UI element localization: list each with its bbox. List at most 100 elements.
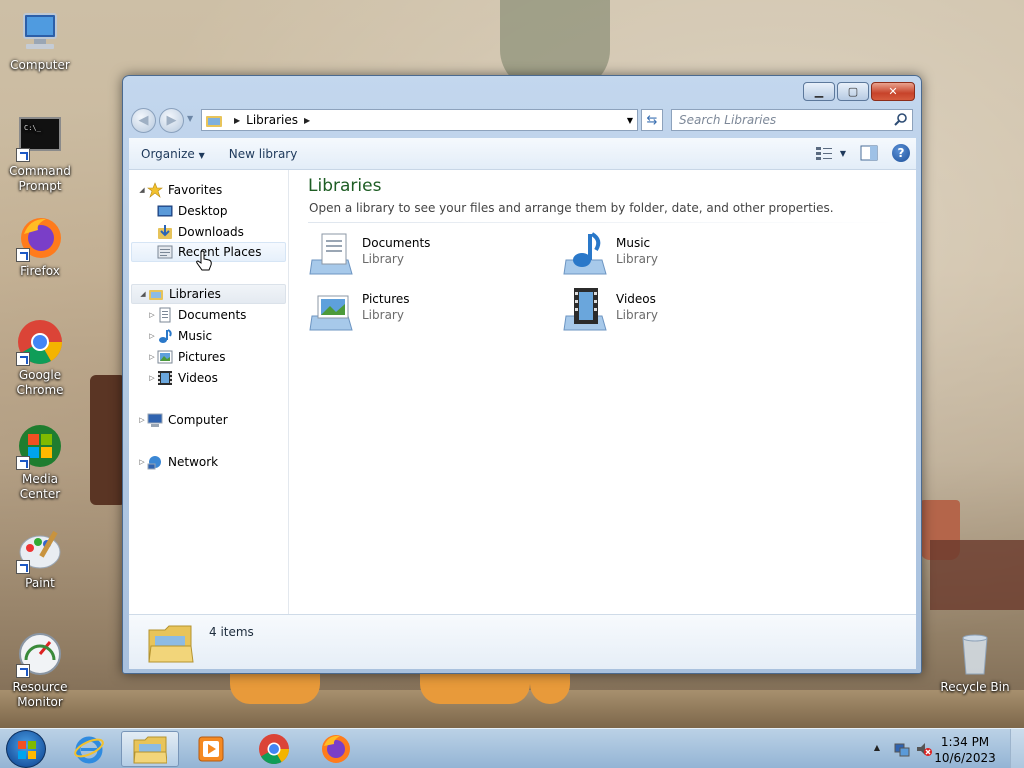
organize-button[interactable]: Organize ▼ [129,147,217,161]
mouse-cursor-icon [195,250,213,275]
expand-arrow-icon[interactable]: ▷ [147,311,157,319]
paint-icon [16,526,64,574]
desktop-icon-resource-monitor[interactable]: Resource Monitor [0,630,80,710]
desktop-icon-media-center[interactable]: Media Center [0,422,80,502]
desktop-icon-recycle-bin[interactable]: Recycle Bin [935,630,1015,695]
nav-label: Desktop [178,204,228,218]
library-item-documents[interactable]: Documents Library [308,230,548,282]
libraries-folder-icon [148,625,194,663]
library-type: Library [616,252,658,266]
search-input[interactable]: Search Libraries [671,109,913,131]
desktop-icon-google-chrome[interactable]: Google Chrome [0,318,80,398]
windows-explorer-icon [133,736,167,764]
clock[interactable]: 1:34 PM 10/6/2023 [930,734,1000,766]
nav-item-desktop[interactable]: Desktop [157,201,228,221]
nav-item-libraries[interactable]: ◢ Libraries [131,284,286,304]
taskbar-firefox[interactable] [307,731,365,767]
breadcrumb-separator-icon[interactable]: ▶ [234,116,240,125]
pictures-library-icon [309,295,353,331]
nav-item-network[interactable]: ▷ Network [137,452,218,472]
chrome-icon [16,318,64,366]
wallpaper-cart [930,540,1024,610]
videos-icon [158,371,172,385]
shortcut-arrow-icon [16,664,30,678]
page-title: Libraries [308,176,382,196]
recycle-bin-icon [951,630,999,678]
desktop-icon-paint[interactable]: Paint [0,526,80,591]
expand-arrow-icon[interactable]: ▷ [147,332,157,340]
desktop-icon-command-prompt[interactable]: C:\_ Command Prompt [0,114,80,194]
library-type: Library [616,308,658,322]
nav-item-videos[interactable]: ▷ Videos [147,368,218,388]
media-player-icon [198,736,224,762]
taskbar-windows-explorer[interactable] [121,731,179,767]
expand-arrow-icon[interactable]: ▷ [147,374,157,382]
pictures-icon [157,350,173,364]
show-hidden-icons-button[interactable]: ▲ [874,743,880,752]
expand-arrow-icon[interactable]: ▷ [137,416,147,424]
taskbar: ▲ 1:34 PM 10/6/2023 [0,728,1024,768]
view-dropdown-icon[interactable]: ▼ [840,149,846,158]
star-icon [147,182,163,198]
nav-item-favorites[interactable]: ◢ Favorites [137,180,222,200]
libraries-icon [149,290,163,300]
nav-item-music[interactable]: ▷ Music [147,326,212,346]
taskbar-media-player[interactable] [182,731,240,767]
expand-arrow-icon[interactable]: ◢ [138,290,148,298]
close-button[interactable]: ✕ [871,82,915,101]
new-library-button[interactable]: New library [217,147,310,161]
command-prompt-icon: C:\_ [16,114,64,162]
nav-item-documents[interactable]: ▷ Documents [147,305,246,325]
refresh-icon: ⇆ [646,112,658,128]
svg-text:C:\_: C:\_ [24,124,42,132]
library-item-music[interactable]: Music Library [562,230,802,282]
taskbar-google-chrome[interactable] [245,731,303,767]
back-arrow-icon: ◀ [138,113,149,128]
refresh-button[interactable]: ⇆ [641,109,663,131]
title-bar[interactable]: ▁ ▢ ✕ [123,76,921,106]
back-button[interactable]: ◀ [131,108,156,133]
firefox-icon [16,214,64,262]
chevron-down-icon: ▼ [198,150,205,160]
show-desktop-button[interactable] [1010,729,1024,768]
downloads-icon [158,225,172,239]
nav-item-downloads[interactable]: Downloads [157,222,244,242]
nav-item-computer[interactable]: ▷ Computer [137,410,228,430]
preview-pane-icon[interactable] [860,145,878,161]
forward-arrow-icon: ▶ [166,113,177,128]
start-button[interactable] [6,730,46,768]
item-count: 4 items [209,625,254,639]
firefox-icon [322,735,350,763]
library-name: Music [616,236,651,250]
change-view-button[interactable]: ▼ [815,146,846,160]
recent-pages-dropdown[interactable]: ▼ [187,114,193,123]
divider [308,222,898,223]
desktop-icon-firefox[interactable]: Firefox [0,214,80,279]
taskbar-internet-explorer[interactable] [60,731,118,767]
breadcrumb-libraries[interactable]: Libraries [246,113,298,127]
nav-item-pictures[interactable]: ▷ Pictures [147,347,225,367]
network-tray-icon[interactable] [894,741,910,760]
expand-arrow-icon[interactable]: ◢ [137,186,147,194]
libraries-icon [206,116,222,127]
search-icon [894,113,907,126]
content-area: ◢ Favorites Desktop Downloads Recent Pla… [129,170,916,614]
address-dropdown-icon[interactable]: ▼ [627,116,633,125]
resource-monitor-icon [16,630,64,678]
address-bar[interactable]: ▶ Libraries ▶ ▼ [201,109,638,131]
desktop-icon-computer[interactable]: Computer [0,8,80,73]
library-item-pictures[interactable]: Pictures Library [308,286,548,338]
desktop-icon-label: Media Center [19,472,61,501]
forward-button[interactable]: ▶ [159,108,184,133]
maximize-button[interactable]: ▢ [837,82,869,101]
breadcrumb-separator-icon[interactable]: ▶ [304,116,310,125]
expand-arrow-icon[interactable]: ▷ [137,458,147,466]
minimize-button[interactable]: ▁ [803,82,835,101]
expand-arrow-icon[interactable]: ▷ [147,353,157,361]
library-item-videos[interactable]: Videos Library [562,286,802,338]
view-details-icon [815,147,832,160]
desktop-icon [157,205,173,217]
nav-label: Downloads [178,225,244,239]
help-icon[interactable]: ? [892,144,910,162]
clock-time: 1:34 PM [940,735,990,749]
